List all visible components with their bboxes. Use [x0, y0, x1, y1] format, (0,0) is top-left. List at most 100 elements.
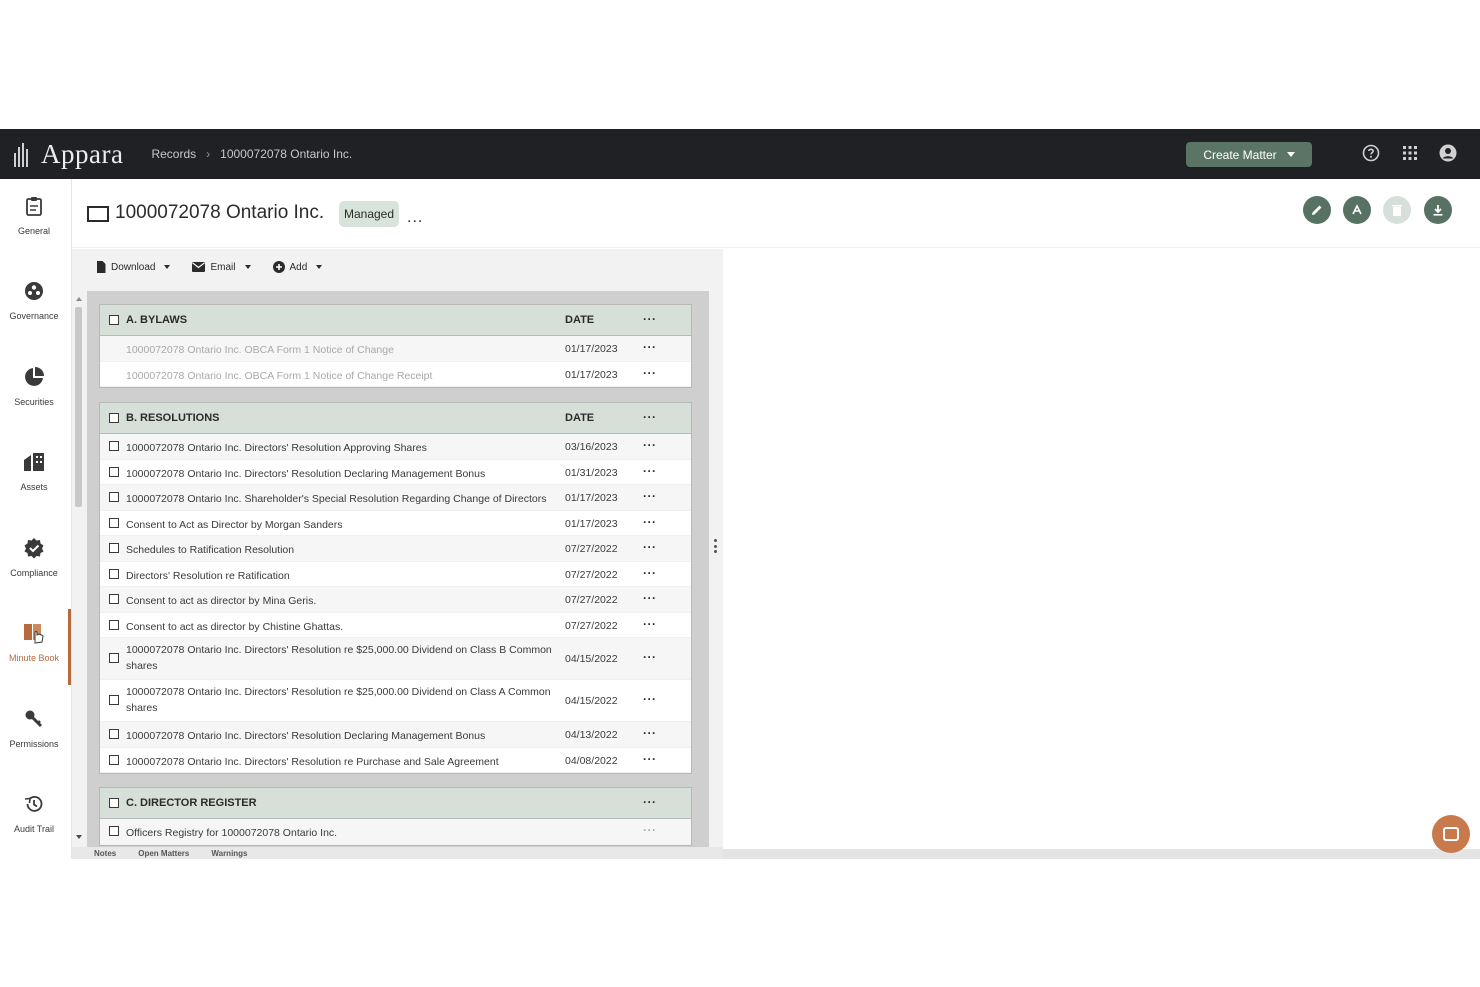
row-more-button[interactable]: ···	[643, 438, 657, 452]
entity-more-button[interactable]: ...	[407, 209, 423, 227]
edit-button[interactable]	[1303, 196, 1331, 224]
row-more-button[interactable]: ···	[643, 464, 657, 478]
row-more-button[interactable]: ···	[643, 489, 657, 503]
section-more-button[interactable]: ···	[643, 410, 657, 424]
list-item[interactable]: Consent to act as director by Mina Geris…	[100, 587, 691, 613]
document-name[interactable]: 1000072078 Ontario Inc. Directors' Resol…	[126, 728, 566, 744]
create-matter-button[interactable]: Create Matter	[1186, 142, 1312, 167]
apps-grid-icon[interactable]	[1400, 143, 1420, 163]
row-checkbox[interactable]	[109, 594, 119, 604]
document-name[interactable]: 1000072078 Ontario Inc. Shareholder's Sp…	[126, 491, 566, 507]
row-checkbox[interactable]	[109, 441, 119, 451]
list-item[interactable]: 1000072078 Ontario Inc. Directors' Resol…	[100, 434, 691, 460]
nav-compliance[interactable]: Compliance	[0, 536, 68, 606]
nav-general[interactable]: General	[0, 194, 68, 264]
email-menu-button[interactable]: Email	[192, 262, 251, 273]
document-name[interactable]: 1000072078 Ontario Inc. Directors' Resol…	[126, 754, 566, 770]
nav-permissions[interactable]: Permissions	[0, 707, 68, 777]
help-icon[interactable]	[1361, 143, 1381, 163]
row-checkbox[interactable]	[109, 517, 119, 528]
row-more-button[interactable]: ···	[643, 617, 657, 631]
section-more-button[interactable]: ···	[643, 312, 657, 326]
download-entity-button[interactable]	[1424, 196, 1452, 224]
tab-open-matters[interactable]: Open Matters	[138, 849, 189, 858]
panel-resize-handle[interactable]	[713, 539, 717, 553]
list-item[interactable]: 1000072078 Ontario Inc. Directors' Resol…	[100, 460, 691, 485]
document-name[interactable]: Consent to Act as Director by Morgan San…	[126, 517, 566, 533]
nav-assets[interactable]: Assets	[0, 450, 68, 520]
document-name[interactable]: Schedules to Ratification Resolution	[126, 542, 566, 558]
list-item[interactable]: 1000072078 Ontario Inc. Directors' Resol…	[100, 680, 691, 722]
nav-securities[interactable]: Securities	[0, 365, 68, 435]
download-menu-button[interactable]: Download	[96, 261, 171, 273]
row-checkbox[interactable]	[109, 568, 119, 579]
document-name[interactable]: 1000072078 Ontario Inc. Directors' Resol…	[126, 684, 566, 716]
list-item[interactable]: 1000072078 Ontario Inc. OBCA Form 1 Noti…	[100, 362, 691, 387]
row-checkbox[interactable]	[109, 729, 119, 739]
document-name[interactable]: 1000072078 Ontario Inc. Directors' Resol…	[126, 642, 566, 674]
row-more-button[interactable]: ···	[643, 591, 657, 605]
scroll-down-icon[interactable]	[76, 835, 82, 839]
date-column-header[interactable]: DATE	[565, 314, 594, 326]
document-name[interactable]: Directors' Resolution re Ratification	[126, 568, 566, 584]
section-checkbox[interactable]	[109, 413, 119, 423]
section-checkbox[interactable]	[109, 798, 119, 808]
panel-scrollbar[interactable]	[75, 297, 82, 847]
document-name[interactable]: 1000072078 Ontario Inc. Directors' Resol…	[126, 466, 566, 482]
row-checkbox[interactable]	[109, 695, 119, 705]
nav-minute-book[interactable]: Minute Book	[0, 621, 68, 691]
list-item[interactable]: Directors' Resolution re Ratification 07…	[100, 562, 691, 587]
row-more-button[interactable]: ···	[643, 515, 657, 529]
row-checkbox[interactable]	[109, 492, 119, 502]
row-more-button[interactable]: ···	[643, 540, 657, 554]
scroll-up-icon[interactable]	[76, 297, 82, 301]
row-more-button[interactable]: ···	[643, 366, 657, 380]
document-name[interactable]: 1000072078 Ontario Inc. OBCA Form 1 Noti…	[126, 342, 566, 358]
row-more-button[interactable]: ···	[643, 650, 657, 664]
row-checkbox[interactable]	[109, 826, 119, 836]
document-name[interactable]: Consent to act as director by Mina Geris…	[126, 593, 566, 609]
list-item[interactable]: 1000072078 Ontario Inc. Directors' Resol…	[100, 638, 691, 680]
row-checkbox[interactable]	[109, 754, 119, 765]
nav-governance[interactable]: Governance	[0, 279, 68, 349]
tab-warnings[interactable]: Warnings	[211, 849, 247, 858]
add-menu-button[interactable]: Add	[272, 261, 323, 273]
list-item[interactable]: 1000072078 Ontario Inc. Shareholder's Sp…	[100, 485, 691, 511]
list-item[interactable]: 1000072078 Ontario Inc. Directors' Resol…	[100, 722, 691, 748]
list-item[interactable]: 1000072078 Ontario Inc. OBCA Form 1 Noti…	[100, 336, 691, 362]
document-name[interactable]: Officers Registry for 1000072078 Ontario…	[126, 825, 566, 841]
app-logo[interactable]: Appara	[14, 139, 123, 170]
row-checkbox[interactable]	[109, 653, 119, 663]
row-more-button[interactable]: ···	[643, 566, 657, 580]
date-column-header[interactable]: DATE	[565, 412, 594, 424]
list-item[interactable]: Consent to Act as Director by Morgan San…	[100, 511, 691, 536]
section-more-button[interactable]: ···	[643, 795, 657, 809]
row-more-button[interactable]: ···	[643, 823, 657, 837]
delete-button[interactable]	[1383, 196, 1411, 224]
list-item[interactable]: 1000072078 Ontario Inc. Directors' Resol…	[100, 748, 691, 773]
account-icon[interactable]	[1438, 143, 1458, 163]
document-name[interactable]: 1000072078 Ontario Inc. OBCA Form 1 Noti…	[126, 368, 566, 384]
row-checkbox[interactable]	[109, 466, 119, 477]
list-item[interactable]: Consent to act as director by Chistine G…	[100, 613, 691, 638]
scroll-thumb[interactable]	[75, 307, 82, 507]
row-checkbox[interactable]	[109, 619, 119, 630]
row-more-button[interactable]: ···	[643, 340, 657, 354]
row-more-button[interactable]: ···	[643, 752, 657, 766]
row-more-button[interactable]: ···	[643, 726, 657, 740]
entity-select-checkbox[interactable]	[87, 206, 109, 222]
section-checkbox[interactable]	[109, 315, 119, 325]
breadcrumb-records[interactable]: Records	[151, 147, 196, 161]
row-checkbox[interactable]	[109, 543, 119, 553]
sign-button[interactable]	[1343, 196, 1371, 224]
list-item[interactable]: Schedules to Ratification Resolution 07/…	[100, 536, 691, 562]
download-label: Download	[111, 261, 156, 273]
row-more-button[interactable]: ···	[643, 692, 657, 706]
nav-audit-trail[interactable]: Audit Trail	[0, 792, 68, 859]
horizontal-scrollbar[interactable]	[723, 849, 1480, 859]
chat-support-button[interactable]	[1432, 815, 1470, 853]
tab-notes[interactable]: Notes	[94, 849, 116, 858]
list-item[interactable]: Officers Registry for 1000072078 Ontario…	[100, 819, 691, 845]
document-name[interactable]: 1000072078 Ontario Inc. Directors' Resol…	[126, 440, 566, 456]
document-name[interactable]: Consent to act as director by Chistine G…	[126, 619, 566, 635]
